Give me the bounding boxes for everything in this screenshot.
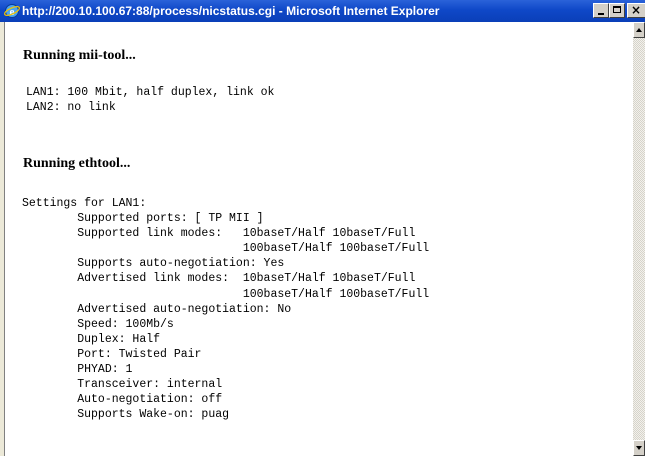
mii-tool-output: LAN1: 100 Mbit, half duplex, link ok LAN… [26,86,275,115]
section-heading-ethtool: Running ethtool... [23,156,131,171]
ethtool-output: Settings for LAN1: Supported ports: [ TP… [22,197,430,422]
internet-explorer-icon: e [4,4,20,18]
page-content: Running mii-tool... LAN1: 100 Mbit, half… [4,22,633,456]
window-title: http://200.10.100.67:88/process/nicstatu… [22,4,440,18]
minimize-button[interactable] [593,3,609,18]
close-icon: × [631,3,642,17]
vertical-scrollbar[interactable] [633,22,645,456]
close-button[interactable]: × [627,3,645,18]
scroll-down-arrow-icon[interactable] [633,440,645,456]
maximize-button[interactable] [609,3,625,18]
section-heading-mii-tool: Running mii-tool... [23,48,136,63]
title-bar[interactable]: e http://200.10.100.67:88/process/nicsta… [0,0,645,22]
browser-window: e http://200.10.100.67:88/process/nicsta… [0,0,645,456]
scroll-up-arrow-icon[interactable] [633,22,645,38]
